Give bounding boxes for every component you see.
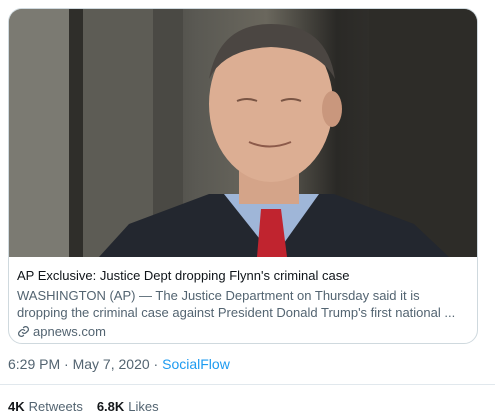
- link-preview-card[interactable]: AP Exclusive: Justice Dept dropping Flyn…: [8, 8, 478, 344]
- card-title[interactable]: AP Exclusive: Justice Dept dropping Flyn…: [17, 267, 467, 284]
- tweet-timestamp: 6:29 PM · May 7, 2020 · SocialFlow: [8, 356, 230, 372]
- link-icon: [18, 326, 29, 337]
- card-domain-link[interactable]: apnews.com: [17, 324, 467, 339]
- retweets-label: Retweets: [28, 399, 83, 414]
- tweet-source-link[interactable]: SocialFlow: [162, 356, 230, 372]
- divider: [0, 384, 495, 385]
- likes-label: Likes: [128, 399, 159, 414]
- meta-separator-2: ·: [153, 356, 159, 372]
- likes-stat[interactable]: 6.8K Likes: [97, 399, 159, 414]
- tweet-time[interactable]: 6:29 PM: [8, 356, 60, 372]
- retweets-count: 4K: [8, 399, 25, 414]
- likes-count: 6.8K: [96, 399, 125, 414]
- card-image[interactable]: [9, 9, 477, 257]
- photo-illustration: [9, 9, 477, 257]
- tweet-date[interactable]: May 7, 2020: [73, 356, 150, 372]
- card-domain[interactable]: apnews.com: [33, 324, 106, 339]
- meta-separator: ·: [64, 356, 69, 372]
- retweets-stat[interactable]: 4K Retweets: [8, 399, 83, 414]
- card-description: WASHINGTON (AP) — The Justice Department…: [17, 288, 456, 320]
- engagement-stats: 4K Retweets 6.8K Likes: [8, 399, 173, 414]
